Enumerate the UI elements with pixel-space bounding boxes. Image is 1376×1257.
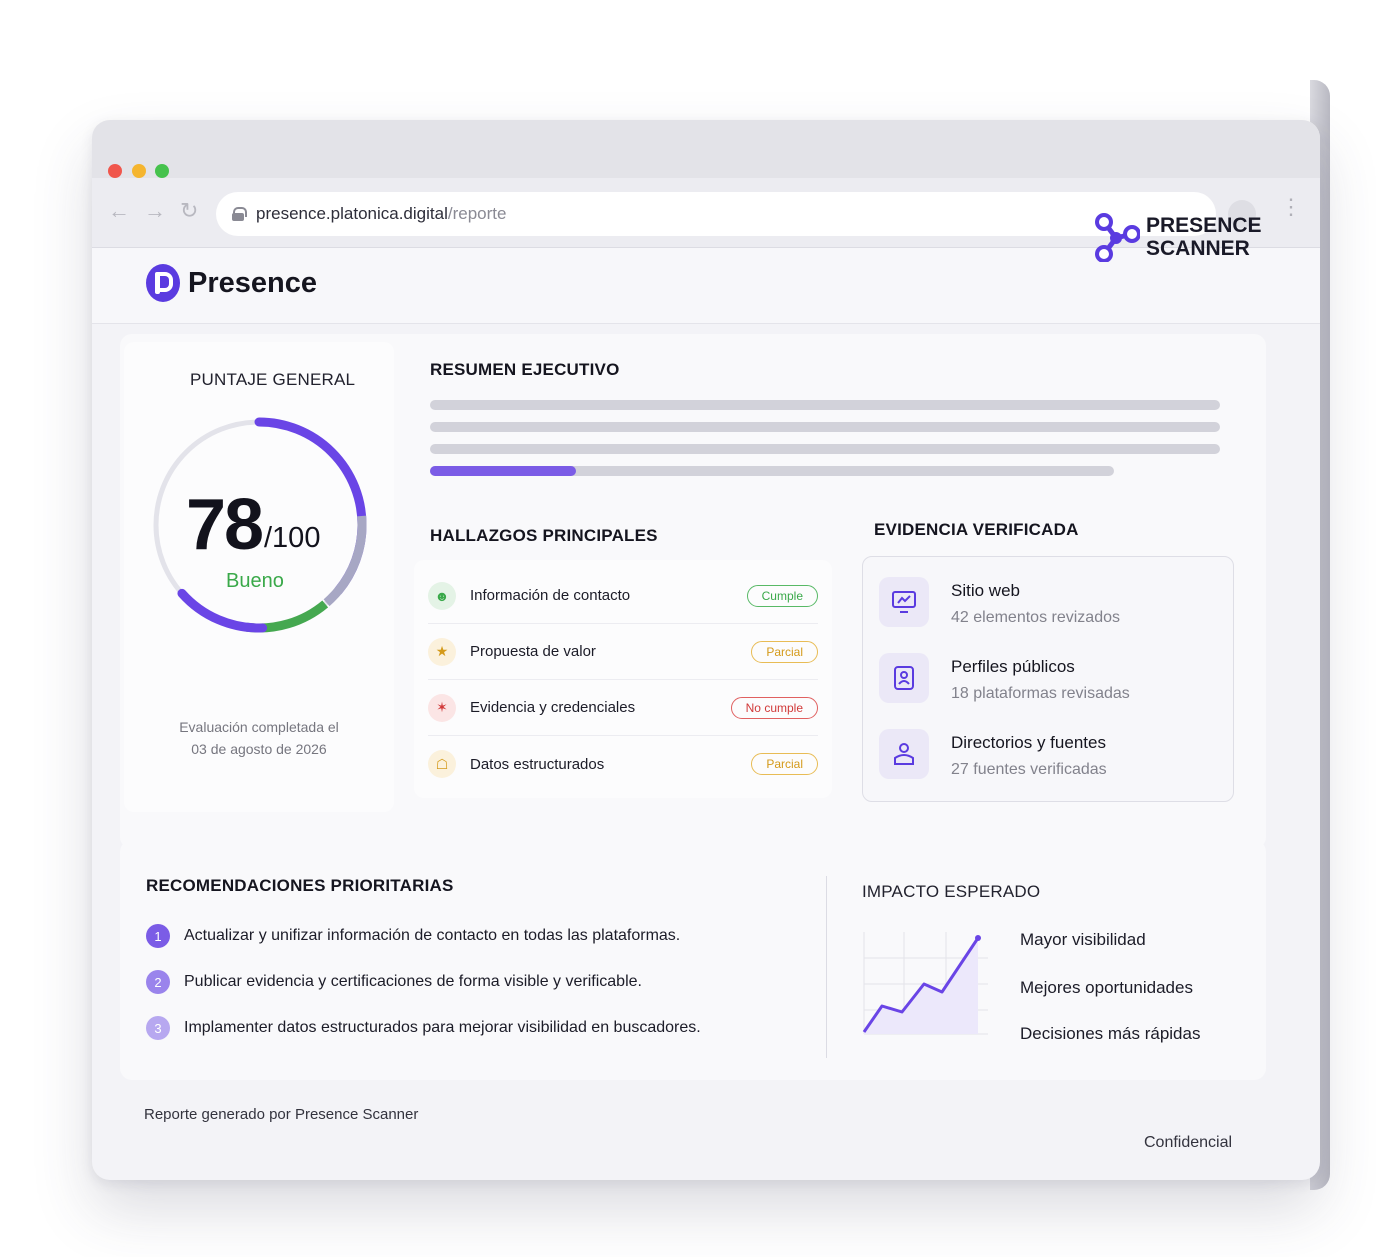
score-card: PUNTAJE GENERAL 78 /100 Bueno Evaluación…	[124, 342, 394, 812]
score-title: PUNTAJE GENERAL	[190, 370, 356, 389]
evaluation-date: Evaluación completada el 03 de agosto de…	[164, 716, 354, 760]
summary-text-line	[430, 400, 1220, 410]
score-value: 78	[186, 485, 264, 565]
evidence-count: 27 fuentes verificadas	[951, 761, 1107, 778]
forward-arrow-icon[interactable]: →	[144, 198, 166, 224]
presence-logo-icon	[146, 264, 180, 302]
finding-label: Propuesta de valor	[470, 643, 596, 660]
evidence-item[interactable]: Perfiles públicos 18 plataformas revisad…	[879, 653, 1130, 703]
brand[interactable]: Presence	[146, 264, 317, 302]
recommendation-number: 2	[146, 970, 170, 994]
evidence-name: Perfiles públicos	[951, 657, 1075, 676]
evidence-count: 42 elementos revizados	[951, 609, 1120, 626]
summary-progress-track	[430, 466, 1114, 476]
maximize-window-button[interactable]	[155, 164, 169, 178]
recommendation-text: Implamenter datos estructurados para mej…	[184, 1019, 701, 1036]
finding-item[interactable]: ★ Propuesta de valor Parcial	[428, 624, 818, 680]
impact-item: Decisiones más rápidas	[1020, 1024, 1201, 1043]
impact-item: Mejores oportunidades	[1020, 978, 1193, 997]
score-max: /100	[264, 522, 321, 554]
finding-label: Datos estructurados	[470, 755, 605, 773]
status-badge: Parcial	[751, 753, 818, 775]
impacto-title: IMPACTO ESPERADO	[862, 882, 1041, 901]
finding-item[interactable]: ✶ Evidencia y credenciales No cumple	[428, 680, 818, 736]
close-window-button[interactable]	[108, 164, 122, 178]
structured-data-icon: ☖	[428, 750, 456, 778]
footer-confidential: Confidencial	[1144, 1134, 1233, 1151]
brand-name: Presence	[188, 266, 317, 299]
lock-icon	[232, 207, 247, 221]
scanner-network-icon	[1095, 213, 1140, 262]
minimize-window-button[interactable]	[132, 164, 146, 178]
summary-text-line	[430, 422, 1220, 432]
status-badge: No cumple	[730, 696, 818, 719]
finding-item[interactable]: ☻ Información de contacto Cumple	[428, 568, 818, 624]
evidence-item[interactable]: Sitio web 42 elementos revizados	[879, 577, 1120, 627]
hallazgos-list: ☻ Información de contacto Cumple ★ Propu…	[414, 560, 832, 798]
reload-icon[interactable]: ↻	[180, 198, 198, 224]
score-rating: Bueno	[226, 570, 284, 592]
summary-progress-fill	[430, 466, 576, 476]
recomendaciones-title: RECOMENDACIONES PRIORITARIAS	[146, 876, 454, 895]
finding-label: Evidencia y credenciales	[470, 699, 636, 716]
scanner-name: PRESENCE SCANNER	[1146, 214, 1262, 260]
eval-line2: 03 de agosto de 2026	[191, 741, 327, 757]
trend-end-point	[975, 935, 981, 941]
summary-text-line	[430, 444, 1220, 454]
monitor-icon	[879, 577, 929, 627]
recommendation-text: Publicar evidencia y certificaciones de …	[184, 973, 642, 990]
menu-kebab-icon[interactable]: ⋮	[1280, 194, 1302, 220]
scanner-logo: PRESENCE SCANNER	[1094, 212, 1262, 262]
impact-item: Mayor visibilidad	[1020, 930, 1146, 949]
evidence-count: 18 plataformas revisadas	[951, 685, 1130, 702]
contact-person-icon: ☻	[428, 581, 456, 610]
evidencia-list: Sitio web 42 elementos revizados Perfile…	[862, 556, 1234, 802]
eval-line1: Evaluación completada el	[179, 719, 339, 735]
recommendation-item: 1 Actualizar y unifizar información de c…	[146, 924, 680, 948]
finding-item[interactable]: ☖ Datos estructurados Parcial	[428, 736, 818, 792]
scanner-name-line1: PRESENCE	[1146, 214, 1262, 237]
finding-label: Información de contacto	[470, 587, 631, 604]
back-arrow-icon[interactable]: ←	[108, 198, 130, 224]
hallazgos-title: HALLAZGOS PRINCIPALES	[430, 526, 658, 545]
browser-window: ← → ↻ presence.platonica.digital/reporte…	[92, 120, 1320, 1180]
status-badge: Cumple	[746, 584, 818, 607]
evidence-name: Directorios y fuentes	[951, 733, 1106, 752]
award-ribbon-icon: ★	[428, 637, 456, 666]
divider	[826, 876, 827, 1058]
recommendation-item: 3 Implamenter datos estructurados para m…	[146, 1016, 701, 1040]
titlebar	[92, 120, 1320, 178]
credential-badge-icon: ✶	[428, 693, 456, 722]
recommendations-panel: RECOMENDACIONES PRIORITARIAS 1 Actualiza…	[120, 840, 1266, 1080]
resumen-title: RESUMEN EJECUTIVO	[430, 360, 620, 379]
url-path: /reporte	[447, 204, 507, 223]
profiles-icon	[879, 653, 929, 703]
url-host: presence.platonica.digital	[256, 204, 448, 223]
directory-icon	[879, 729, 929, 779]
status-badge: Parcial	[751, 640, 818, 663]
evidencia-title: EVIDENCIA VERIFICADA	[874, 520, 1079, 539]
address-bar[interactable]: presence.platonica.digital/reporte	[216, 192, 1216, 236]
evidence-name: Sitio web	[951, 581, 1020, 600]
recommendation-number: 1	[146, 924, 170, 948]
impact-trend-chart	[862, 932, 988, 1035]
scanner-name-line2: SCANNER	[1146, 237, 1250, 260]
recommendation-text: Actualizar y unifizar información de con…	[184, 927, 681, 944]
recommendation-item: 2 Publicar evidencia y certificaciones d…	[146, 970, 642, 994]
evidence-item[interactable]: Directorios y fuentes 27 fuentes verific…	[879, 729, 1107, 779]
recommendation-number: 3	[146, 1016, 170, 1040]
footer-generated-by: Reporte generado por Presence Scanner	[144, 1106, 419, 1123]
